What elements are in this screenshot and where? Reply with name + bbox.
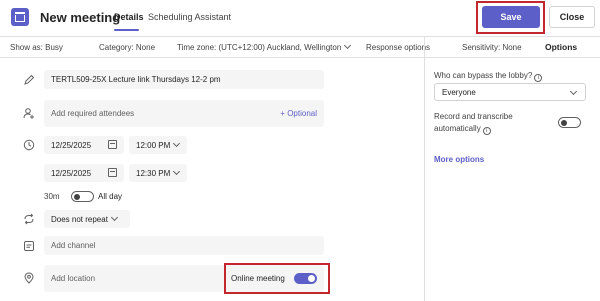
end-time-value: 12:30 PM — [136, 168, 171, 178]
lobby-label: Who can bypass the lobby? — [434, 71, 533, 80]
duration-label: 30m — [44, 192, 60, 201]
meeting-title-value: TERTL509-25X Lecture link Thursdays 12-2… — [51, 75, 221, 84]
all-day-toggle[interactable] — [71, 191, 94, 202]
info-icon[interactable]: i — [534, 74, 543, 82]
channel-placeholder: Add channel — [51, 241, 96, 250]
chevron-down-icon — [110, 213, 118, 221]
category-dropdown[interactable]: Category: None — [99, 43, 155, 52]
lobby-label-row: Who can bypass the lobby? i — [434, 71, 543, 82]
chevron-down-icon — [173, 139, 181, 147]
attendees-placeholder: Add required attendees — [51, 109, 135, 118]
show-as-dropdown[interactable]: Show as: Busy — [10, 43, 63, 52]
meeting-toolbar: Show as: Busy Category: None Time zone: … — [0, 36, 600, 58]
meeting-title-input[interactable]: TERTL509-25X Lecture link Thursdays 12-2… — [44, 70, 324, 89]
lobby-value: Everyone — [442, 87, 476, 97]
category-label: Category: None — [99, 43, 156, 52]
show-as-label: Show as: Busy — [10, 43, 63, 52]
start-date-value: 12/25/2025 — [51, 140, 92, 150]
start-date-picker[interactable]: 12/25/2025 — [44, 136, 124, 154]
sensitivity-label: Sensitivity: None — [462, 43, 522, 52]
online-meeting-toggle[interactable] — [294, 273, 317, 284]
repeat-value: Does not repeat — [51, 214, 108, 224]
calendar-app-icon — [11, 8, 29, 26]
info-icon[interactable]: i — [482, 127, 491, 135]
calendar-icon — [108, 140, 117, 149]
more-options-link[interactable]: More options — [434, 155, 484, 164]
end-time-dropdown[interactable]: 12:30 PM — [129, 164, 187, 182]
active-tab-indicator — [114, 29, 139, 31]
calendar-icon — [108, 168, 117, 177]
tab-details[interactable]: Details — [114, 12, 144, 22]
tab-options[interactable]: Options — [545, 42, 577, 52]
lobby-dropdown[interactable]: Everyone — [434, 83, 586, 101]
panel-divider — [424, 36, 425, 301]
chevron-down-icon — [344, 41, 352, 50]
time-zone-label: Time zone: (UTC+12:00) Auckland, Welling… — [177, 43, 342, 52]
channel-icon — [24, 241, 34, 251]
attendees-input[interactable]: Add required attendees + Optional — [44, 100, 324, 127]
close-button[interactable]: Close — [549, 6, 595, 28]
start-time-value: 12:00 PM — [136, 140, 171, 150]
repeat-icon — [24, 213, 34, 225]
meeting-header: New meeting Details Scheduling Assistant… — [0, 0, 600, 36]
location-placeholder: Add location — [51, 274, 96, 283]
location-pin-icon — [24, 272, 34, 284]
record-label-line2: automatically — [434, 124, 481, 133]
sensitivity-dropdown[interactable]: Sensitivity: None — [462, 43, 522, 52]
add-people-icon — [23, 108, 34, 119]
clock-icon — [23, 139, 35, 151]
time-zone-dropdown[interactable]: Time zone: (UTC+12:00) Auckland, Welling… — [177, 41, 352, 52]
optional-attendees-link[interactable]: + Optional — [280, 109, 317, 118]
tab-scheduling-assistant[interactable]: Scheduling Assistant — [148, 12, 231, 22]
end-date-picker[interactable]: 12/25/2025 — [44, 164, 124, 182]
pencil-icon — [24, 74, 35, 85]
chevron-down-icon — [569, 87, 578, 96]
record-label-row: automatically i — [434, 124, 491, 135]
chevron-down-icon — [173, 167, 181, 175]
page-title: New meeting — [40, 10, 121, 25]
repeat-dropdown[interactable]: Does not repeat — [44, 210, 130, 228]
online-meeting-label: Online meeting — [231, 274, 285, 283]
end-date-value: 12/25/2025 — [51, 168, 92, 178]
record-transcribe-toggle[interactable] — [558, 117, 581, 128]
start-time-dropdown[interactable]: 12:00 PM — [129, 136, 187, 154]
save-button[interactable]: Save — [482, 6, 540, 28]
channel-input[interactable]: Add channel — [44, 236, 324, 255]
response-options-label: Response options — [366, 43, 431, 52]
response-options-button[interactable]: Response options — [366, 43, 430, 52]
record-label-line1: Record and transcribe — [434, 112, 513, 121]
all-day-label: All day — [98, 192, 123, 201]
